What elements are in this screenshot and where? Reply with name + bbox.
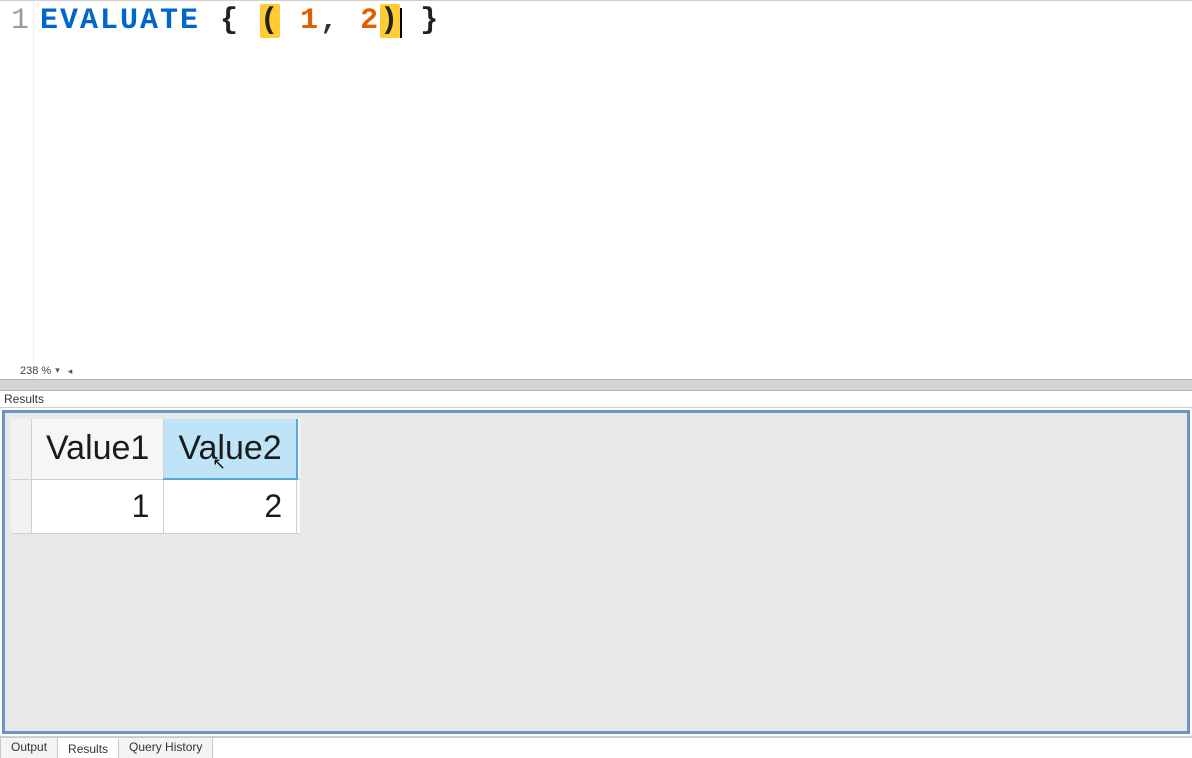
token-open-brace: {	[220, 4, 240, 38]
editor-gutter: 1	[0, 1, 34, 379]
code-line[interactable]: EVALUATE { ( 1, 2) }	[40, 1, 1192, 41]
results-grid[interactable]: Value1Value2↖12	[11, 419, 300, 534]
token-value2: 2	[360, 4, 380, 38]
row-header[interactable]	[11, 479, 32, 534]
results-grid-wrap: Value1Value2↖12	[2, 410, 1190, 734]
hscroll-left-icon[interactable]: ◂	[68, 366, 73, 377]
column-header[interactable]: Value1	[32, 419, 164, 479]
line-number: 1	[11, 4, 29, 38]
zoom-dropdown-icon[interactable]: ▾	[55, 365, 60, 376]
editor-status-bar: 238 % ▾ ◂	[0, 363, 72, 379]
token-value1: 1	[300, 4, 320, 38]
results-panel: Results Value1Value2↖12	[0, 391, 1192, 737]
code-editor[interactable]: 1 EVALUATE { ( 1, 2) } 238 % ▾ ◂	[0, 0, 1192, 379]
column-header[interactable]: Value2↖	[164, 419, 297, 479]
cursor-icon: ↖	[212, 454, 225, 474]
token-open-paren: (	[260, 4, 280, 38]
bottom-tab[interactable]: Query History	[119, 738, 213, 758]
grid-corner[interactable]	[11, 419, 32, 479]
grid-cell[interactable]: 1	[32, 479, 164, 534]
bottom-tabstrip: OutputResultsQuery History	[0, 737, 1192, 758]
grid-cell-filler	[297, 479, 300, 534]
grid-cell[interactable]: 2	[164, 479, 297, 534]
token-close-paren: )	[380, 4, 400, 38]
text-caret	[400, 8, 402, 38]
results-panel-label: Results	[0, 391, 1192, 408]
bottom-tab[interactable]: Output	[0, 738, 58, 758]
token-keyword: EVALUATE	[40, 4, 200, 38]
bottom-tab[interactable]: Results	[58, 738, 119, 758]
token-close-brace: }	[420, 4, 440, 38]
token-comma: ,	[320, 4, 340, 38]
horizontal-splitter[interactable]	[0, 379, 1192, 391]
column-header-filler	[297, 419, 300, 479]
zoom-level[interactable]: 238 %	[20, 365, 51, 377]
